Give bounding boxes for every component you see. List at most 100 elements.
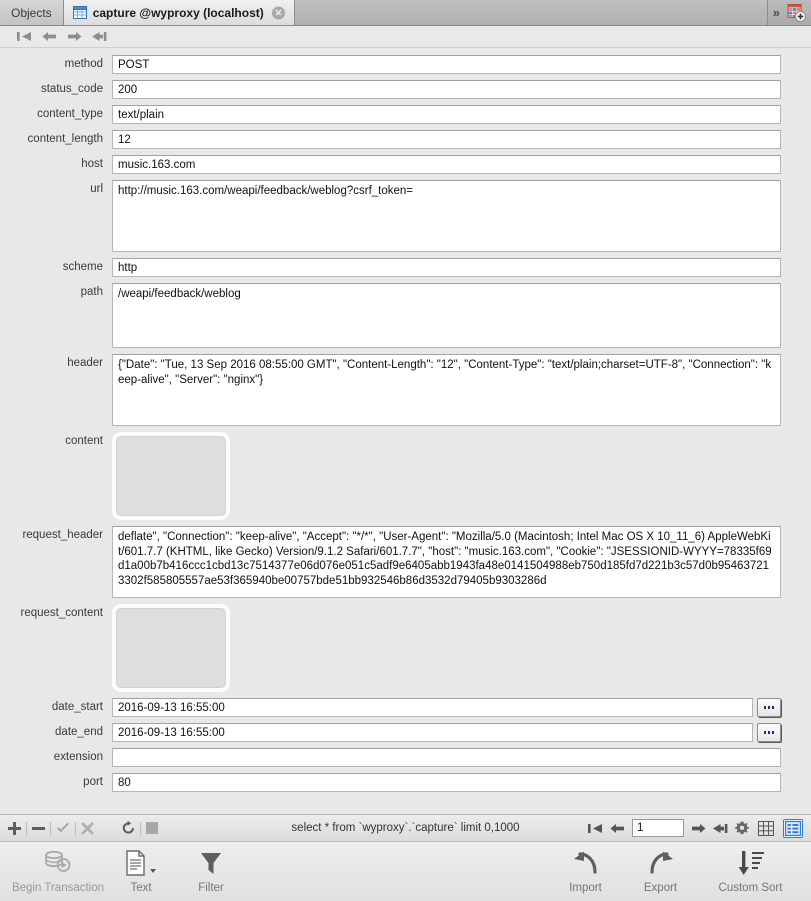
field-picker-button-date_start[interactable] [757,698,781,717]
field-input-scheme[interactable] [112,258,781,277]
field-input-header[interactable] [112,354,781,426]
field-input-url[interactable] [112,180,781,252]
field-label-scheme: scheme [62,261,103,273]
go-next-icon[interactable] [67,31,82,42]
form-row-status_code: status_code [0,80,811,99]
form-row-method: method [0,55,811,74]
filter-button[interactable]: Filter [176,849,246,894]
form-row-content_type: content_type [0,105,811,124]
tab-objects[interactable]: Objects [0,0,64,25]
form-row-request_content: request_content [0,604,811,692]
table-icon [72,6,87,19]
form-row-date_start: date_start [0,698,811,717]
chevron-double-right-icon[interactable]: » [773,5,781,20]
page-previous-icon[interactable] [610,823,625,834]
pagination-controls [588,818,803,838]
form-row-extension: extension [0,748,811,767]
chevron-down-icon[interactable] [150,869,156,873]
blob-field-request_content[interactable] [112,604,230,692]
status-bar: select * from `wyproxy`.`capture` limit … [0,814,811,841]
field-label-date_end: date_end [55,726,103,738]
plus-icon[interactable] [8,821,21,835]
import-label: Import [569,882,602,894]
export-icon [646,849,676,877]
field-label-request_content: request_content [20,607,103,619]
field-input-date_start[interactable] [112,698,753,717]
divider [75,821,76,835]
stop-icon[interactable] [146,822,158,834]
field-label-method: method [64,58,103,70]
field-input-content_length[interactable] [112,130,781,149]
form-row-scheme: scheme [0,258,811,277]
filter-icon [199,849,223,877]
form-row-header: header [0,354,811,426]
divider [140,821,141,835]
export-label: Export [643,882,678,894]
close-icon[interactable] [271,6,285,19]
sequel-pro-window: Objects capture @wyproxy (localhost) » m… [0,0,811,901]
field-input-status_code[interactable] [112,80,781,99]
record-navigation [0,26,811,48]
tab-bar-empty-area [294,0,767,25]
page-first-icon[interactable] [588,823,603,834]
form-row-port: port [0,773,811,792]
import-icon [571,849,601,877]
form-row-url: url [0,180,811,252]
tab-capture-label: capture @wyproxy (localhost) [92,5,264,20]
refresh-icon[interactable] [122,821,135,835]
field-label-content_type: content_type [37,108,103,120]
field-label-request_header: request_header [22,529,103,541]
check-icon[interactable] [56,822,70,835]
cross-icon[interactable] [81,821,94,835]
export-button[interactable]: Export [623,849,698,894]
go-first-icon[interactable] [17,31,32,42]
custom-sort-icon [736,849,766,877]
field-input-date_end[interactable] [112,723,753,742]
minus-icon[interactable] [32,822,45,835]
form-row-content: content [0,432,811,520]
page-number-input[interactable] [632,819,684,837]
field-label-header: header [67,357,103,369]
field-label-url: url [90,183,103,195]
go-last-icon[interactable] [92,31,107,42]
form-row-host: host [0,155,811,174]
custom-sort-label: Custom Sort [718,882,783,894]
bottom-toolbar: Begin Transaction Text Filter Import Exp… [0,841,811,901]
field-input-request_header[interactable] [112,526,781,598]
go-previous-icon[interactable] [42,31,57,42]
field-label-status_code: status_code [40,83,103,95]
gear-icon[interactable] [735,821,749,835]
page-next-icon[interactable] [691,823,706,834]
field-input-content_type[interactable] [112,105,781,124]
record-form: method status_code content_type content_len… [0,48,811,814]
text-icon [126,849,156,877]
form-row-path: path [0,283,811,348]
text-label: Text [130,882,152,894]
field-label-content: content [65,435,103,447]
field-input-port[interactable] [112,773,781,792]
blob-field-content[interactable] [112,432,230,520]
form-row-request_header: request_header [0,526,811,598]
begin-transaction-button[interactable]: Begin Transaction [10,849,106,894]
text-button[interactable]: Text [106,849,176,894]
field-input-host[interactable] [112,155,781,174]
record-actions [8,821,158,835]
import-button[interactable]: Import [548,849,623,894]
field-input-path[interactable] [112,283,781,348]
field-label-extension: extension [53,751,103,763]
begin-transaction-label: Begin Transaction [11,882,105,894]
grid-view-icon[interactable] [756,819,776,838]
add-table-icon[interactable] [787,3,806,22]
filter-label: Filter [198,882,224,894]
field-label-host: host [81,158,103,170]
field-input-method[interactable] [112,55,781,74]
form-view-icon[interactable] [783,818,803,838]
field-picker-button-date_end[interactable] [757,723,781,742]
tab-bar-controls: » [766,0,811,25]
transaction-icon [43,849,73,877]
custom-sort-button[interactable]: Custom Sort [698,849,803,894]
tab-capture-wyproxy[interactable]: capture @wyproxy (localhost) [63,0,295,25]
field-input-extension[interactable] [112,748,781,767]
page-last-icon[interactable] [713,823,728,834]
tab-objects-label: Objects [11,5,52,20]
